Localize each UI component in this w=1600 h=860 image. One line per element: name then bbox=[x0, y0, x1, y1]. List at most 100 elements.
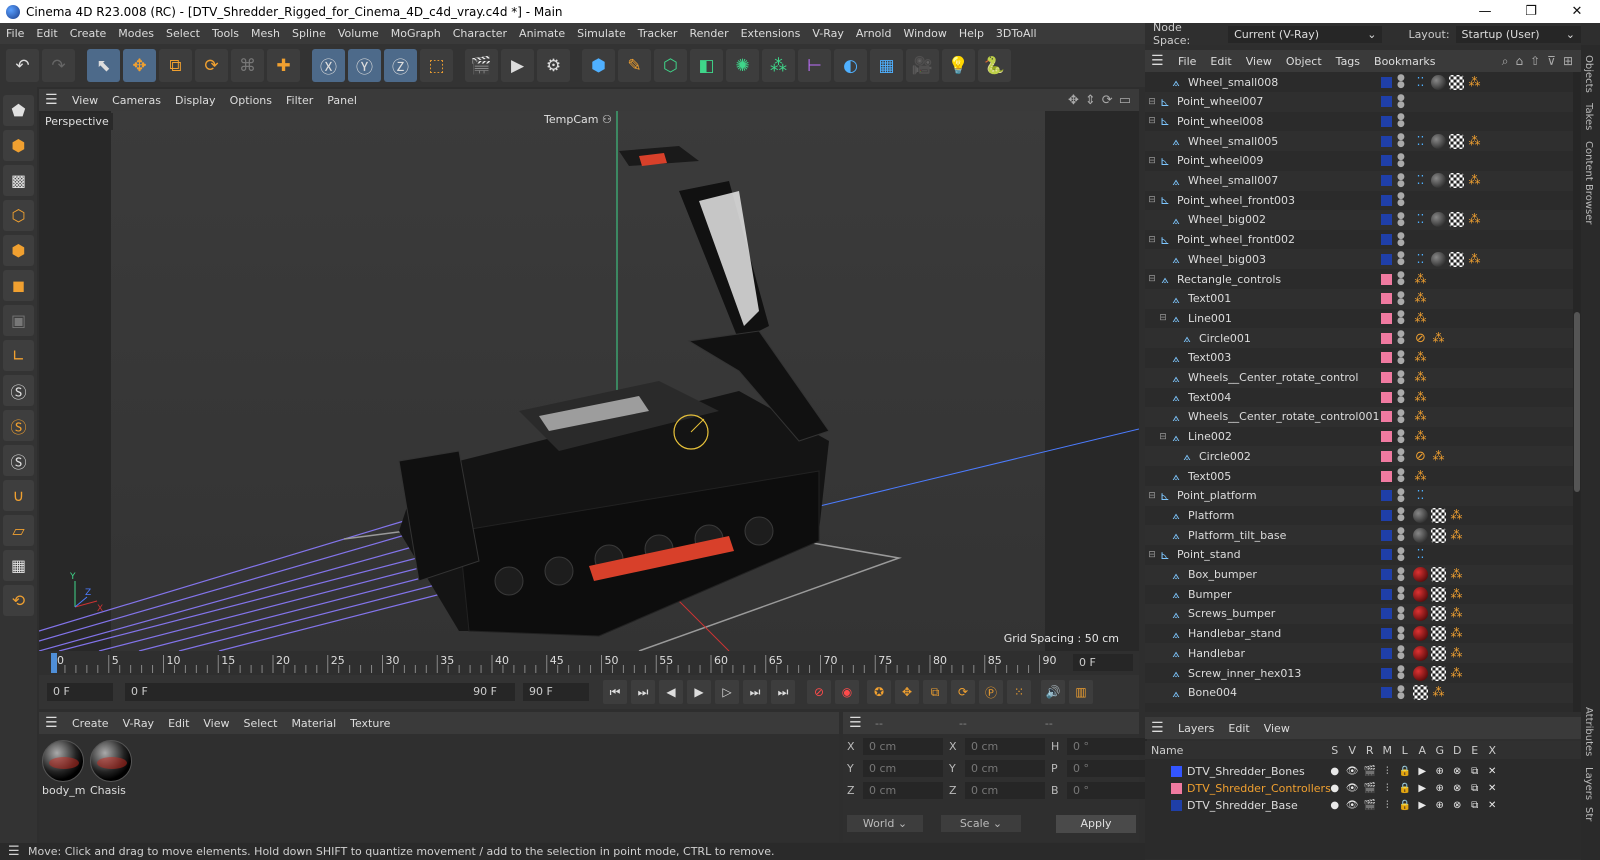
texture-tag-icon[interactable] bbox=[1431, 507, 1446, 523]
y-axis-icon[interactable]: Ⓨ bbox=[348, 49, 381, 82]
visibility-dots-icon[interactable]: ● ● bbox=[1397, 251, 1405, 267]
render-settings-icon[interactable]: ⚙ bbox=[537, 49, 570, 82]
layer-toggle-icon[interactable]: ✕ bbox=[1484, 800, 1502, 811]
menu-spline[interactable]: Spline bbox=[286, 27, 332, 40]
coord-value-field[interactable]: 0 cm bbox=[965, 760, 1045, 777]
object-row[interactable]: ⟑ Platform_tilt_base ● ● ⁂ bbox=[1145, 525, 1573, 546]
hamburger-icon[interactable]: ☰ bbox=[1151, 53, 1171, 69]
menu-animate[interactable]: Animate bbox=[513, 27, 571, 40]
menu-tracker[interactable]: Tracker bbox=[632, 27, 684, 40]
object-row[interactable]: ⟑ Bumper ● ● ⁂ bbox=[1145, 584, 1573, 604]
layer-toggle-icon[interactable]: ✕ bbox=[1484, 766, 1502, 777]
visibility-dots-icon[interactable]: ● ● bbox=[1397, 74, 1405, 90]
layer-menu-view[interactable]: View bbox=[1257, 722, 1297, 735]
floor-icon[interactable]: ▦ bbox=[870, 49, 903, 82]
texture-tag-icon[interactable] bbox=[1449, 74, 1464, 90]
xpresso-tag-icon[interactable]: ⁂ bbox=[1449, 587, 1464, 602]
object-row[interactable]: ⊟ ⊾ Point_wheel_front003 ● ● bbox=[1145, 190, 1573, 210]
scrollbar-thumb[interactable] bbox=[1574, 312, 1580, 492]
texture-tag-icon[interactable] bbox=[1431, 606, 1446, 622]
xpresso-tag-icon[interactable]: ⁂ bbox=[1449, 666, 1464, 681]
layer-menu-layers[interactable]: Layers bbox=[1171, 722, 1221, 735]
object-row[interactable]: ⟑ Handlebar ● ● ⁂ bbox=[1145, 643, 1573, 664]
layer-toggle-icon[interactable]: 🔒 bbox=[1396, 783, 1414, 794]
visibility-dots-icon[interactable]: ● ● bbox=[1397, 271, 1405, 287]
visibility-dots-icon[interactable]: ● ● bbox=[1397, 566, 1405, 582]
layer-toggle-icon[interactable]: ⊕ bbox=[1431, 800, 1449, 811]
material-tag-icon[interactable] bbox=[1413, 586, 1428, 602]
layer-toggle-icon[interactable]: ⊗ bbox=[1449, 783, 1467, 794]
xpresso-tag-icon[interactable]: ⁂ bbox=[1449, 646, 1464, 661]
object-menu-tags[interactable]: Tags bbox=[1329, 55, 1367, 68]
visibility-dots-icon[interactable]: ● ● bbox=[1397, 133, 1405, 149]
visibility-dots-icon[interactable]: ● ● bbox=[1397, 487, 1405, 503]
snap-mode-icon[interactable]: Ⓢ bbox=[3, 445, 34, 476]
viewport-menu-options[interactable]: Options bbox=[223, 94, 279, 107]
visibility-dots-icon[interactable]: ● ● bbox=[1397, 310, 1405, 326]
xpresso-tag-icon[interactable]: ⁂ bbox=[1449, 606, 1464, 621]
scale-mode-select[interactable]: Scale ⌄ bbox=[941, 815, 1021, 832]
visibility-dots-icon[interactable]: ● ● bbox=[1397, 665, 1405, 681]
viewport-menu-cameras[interactable]: Cameras bbox=[105, 94, 168, 107]
xpresso-tag-icon[interactable]: ⁂ bbox=[1413, 390, 1428, 405]
material-menu-create[interactable]: Create bbox=[65, 717, 116, 730]
key-position-icon[interactable]: ✥ bbox=[895, 680, 919, 704]
python-icon[interactable]: 🐍 bbox=[978, 49, 1011, 82]
constraint-tag-icon[interactable]: ⁚⁚ bbox=[1413, 134, 1428, 149]
texture-tag-icon[interactable] bbox=[1413, 685, 1428, 701]
visibility-dots-icon[interactable]: ● ● bbox=[1397, 113, 1405, 129]
tab-structure[interactable]: Str bbox=[1583, 807, 1594, 821]
constraint-tag-icon[interactable]: ⁚⁚ bbox=[1413, 252, 1428, 267]
layer-toggle-icon[interactable]: 🔒 bbox=[1396, 800, 1414, 811]
axis-mode-icon[interactable]: ∟ bbox=[3, 340, 34, 371]
restriction-tag-icon[interactable]: ⊘ bbox=[1413, 331, 1428, 346]
layer-toggle-icon[interactable]: 🔒 bbox=[1396, 766, 1414, 777]
visibility-dots-icon[interactable]: ● ● bbox=[1397, 192, 1405, 208]
maximize-button[interactable]: ❐ bbox=[1508, 0, 1554, 23]
object-row[interactable]: ⊟ ⊾ Point_stand ● ● ⁚⁚ bbox=[1145, 545, 1573, 565]
object-row[interactable]: ⟑ Text005 ● ● ⁂ bbox=[1145, 466, 1573, 486]
pan-icon[interactable]: ✥ bbox=[1068, 93, 1079, 108]
viewport-menu-display[interactable]: Display bbox=[168, 94, 223, 107]
object-row[interactable]: ⟑ Screw_inner_hex013 ● ● ⁂ bbox=[1145, 663, 1573, 683]
visibility-dots-icon[interactable]: ● ● bbox=[1397, 389, 1405, 405]
constraint-tag-icon[interactable]: ⁚⁚ bbox=[1413, 212, 1428, 227]
visibility-dots-icon[interactable]: ● ● bbox=[1397, 684, 1405, 700]
layer-toggle-icon[interactable]: ⊕ bbox=[1431, 766, 1449, 777]
coord-value-field[interactable]: 0 cm bbox=[965, 738, 1045, 755]
object-row[interactable]: ⊟ ⊾ Point_wheel_front002 ● ● bbox=[1145, 230, 1573, 250]
collapse-toggle-icon[interactable]: ⊟ bbox=[1147, 195, 1157, 205]
go-to-end-icon[interactable]: ⏭ bbox=[771, 680, 795, 704]
snap-icon[interactable]: Ⓢ bbox=[3, 375, 34, 406]
visibility-dots-icon[interactable]: ● ● bbox=[1397, 586, 1405, 602]
play-icon[interactable]: ▶ bbox=[687, 680, 711, 704]
menu-vray[interactable]: V-Ray bbox=[806, 27, 850, 40]
home-icon[interactable]: ⌂ bbox=[1515, 54, 1523, 69]
restriction-tag-icon[interactable]: ⊘ bbox=[1413, 449, 1428, 464]
xpresso-tag-icon[interactable]: ⁂ bbox=[1467, 134, 1482, 149]
visibility-dots-icon[interactable]: ● ● bbox=[1397, 152, 1405, 168]
object-row[interactable]: ⟑ Wheel_small005 ● ● ⁚⁚ ⁂ bbox=[1145, 131, 1573, 152]
layer-toggle-icon[interactable]: 🎬 bbox=[1361, 800, 1379, 811]
object-row[interactable]: ⟑ Handlebar_stand ● ● ⁂ bbox=[1145, 624, 1573, 644]
visibility-dots-icon[interactable]: ● ● bbox=[1397, 645, 1405, 661]
layer-menu-edit[interactable]: Edit bbox=[1221, 722, 1256, 735]
camera-icon[interactable]: ⚇ bbox=[602, 113, 612, 126]
menu-help[interactable]: Help bbox=[953, 27, 990, 40]
object-menu-edit[interactable]: Edit bbox=[1203, 55, 1238, 68]
apply-button[interactable]: Apply bbox=[1056, 815, 1136, 833]
current-frame-field[interactable]: 0 F bbox=[1073, 654, 1133, 671]
material-swatch[interactable]: body_ma bbox=[42, 740, 86, 797]
object-row[interactable]: ⟑ Circle002 ● ● ⊘ ⁂ bbox=[1145, 446, 1573, 467]
render-picture-viewer-icon[interactable]: ▶ bbox=[501, 49, 534, 82]
material-menu-select[interactable]: Select bbox=[237, 717, 285, 730]
previous-key-icon[interactable]: ⏭ bbox=[631, 680, 655, 704]
menu-arnold[interactable]: Arnold bbox=[850, 27, 898, 40]
xpresso-tag-icon[interactable]: ⁂ bbox=[1413, 350, 1428, 365]
object-manager-scrollbar[interactable] bbox=[1573, 72, 1581, 712]
x-axis-icon[interactable]: Ⓧ bbox=[312, 49, 345, 82]
render-view-icon[interactable]: 🎬 bbox=[465, 49, 498, 82]
visibility-dots-icon[interactable]: ● ● bbox=[1397, 448, 1405, 464]
layer-toggle-icon[interactable]: 👁 bbox=[1344, 766, 1362, 777]
layer-toggle-icon[interactable]: ● bbox=[1326, 766, 1344, 777]
